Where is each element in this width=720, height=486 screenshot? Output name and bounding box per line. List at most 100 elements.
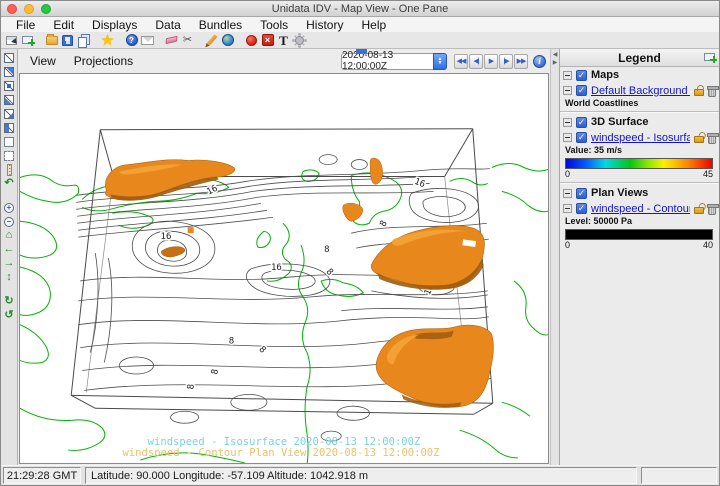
isosurface-checkbox[interactable] bbox=[576, 132, 587, 143]
plan-views-checkbox[interactable] bbox=[576, 188, 587, 199]
svg-text:8: 8 bbox=[210, 368, 221, 375]
scene-captions: windspeed - Isosurface 2020-08-13 12:00:… bbox=[122, 436, 439, 459]
step-back-button[interactable]: ◀| bbox=[469, 54, 483, 69]
delete-displays-icon[interactable]: × bbox=[260, 32, 275, 48]
rotate-box-icon-2[interactable] bbox=[2, 65, 17, 78]
background-maps-link[interactable]: Default Background Maps bbox=[591, 85, 690, 97]
isosurface-link[interactable]: windspeed - Isosurface bbox=[591, 132, 690, 144]
menu-view[interactable]: View bbox=[30, 54, 56, 68]
svg-text:16: 16 bbox=[161, 232, 172, 242]
menu-bundles[interactable]: Bundles bbox=[190, 18, 251, 32]
eraser-icon[interactable] bbox=[164, 32, 179, 48]
time-stepper[interactable]: ▲▼ bbox=[433, 53, 447, 70]
collapse-icon[interactable] bbox=[563, 204, 572, 213]
world-coastlines-label: World Coastlines bbox=[560, 98, 719, 110]
home-view-icon[interactable]: ⌂ bbox=[2, 229, 17, 242]
trash-icon[interactable] bbox=[708, 206, 716, 215]
animation-properties-icon[interactable]: i bbox=[533, 55, 546, 68]
maps-checkbox[interactable] bbox=[576, 70, 587, 81]
time-value: 2020-08-13 12:00:00Z bbox=[341, 53, 433, 70]
map-3d-canvas[interactable]: 24 16 16 16 16 8 8 8 16 8 8 8 8 bbox=[19, 73, 549, 464]
collapse-icon[interactable] bbox=[563, 71, 572, 80]
contour-caption: windspeed - Contour Plan View 2020-08-13… bbox=[122, 447, 439, 459]
rotate-box-icon-4[interactable] bbox=[2, 93, 17, 106]
collapse-left-icon[interactable]: ◀ bbox=[553, 52, 558, 58]
step-forward-button[interactable]: |▶ bbox=[499, 54, 513, 69]
menu-projections[interactable]: Projections bbox=[74, 54, 133, 68]
menu-bar: File Edit Displays Data Bundles Tools Hi… bbox=[1, 17, 719, 32]
legend-header: Legend bbox=[560, 49, 719, 67]
pan-right-icon[interactable]: → bbox=[2, 257, 17, 270]
record-movie-icon[interactable] bbox=[244, 32, 259, 48]
collapse-icon[interactable] bbox=[563, 133, 572, 142]
trash-icon[interactable] bbox=[708, 88, 716, 97]
pan-left-icon[interactable]: ← bbox=[2, 243, 17, 256]
play-button[interactable]: ▶ bbox=[484, 54, 498, 69]
rotate-box-icon-6[interactable] bbox=[2, 121, 17, 134]
lock-icon[interactable] bbox=[694, 136, 704, 143]
select-region-icon[interactable] bbox=[2, 149, 17, 162]
collapse-icon[interactable] bbox=[563, 86, 572, 95]
save-icon[interactable] bbox=[60, 32, 75, 48]
float-legend-icon[interactable] bbox=[704, 53, 715, 61]
menu-tools[interactable]: Tools bbox=[251, 18, 297, 32]
globe-icon[interactable] bbox=[220, 32, 235, 48]
contour-colorbar[interactable] bbox=[565, 229, 713, 240]
support-request-icon[interactable] bbox=[140, 32, 155, 48]
favorites-star-icon[interactable] bbox=[100, 32, 115, 48]
zoom-out-icon[interactable]: − bbox=[2, 215, 17, 228]
pencil-icon[interactable] bbox=[204, 32, 219, 48]
go-to-start-button[interactable]: ◀◀ bbox=[454, 54, 468, 69]
zoom-window-button[interactable] bbox=[41, 4, 51, 14]
pan-vertical-icon[interactable]: ↕ bbox=[2, 271, 17, 284]
menu-help[interactable]: Help bbox=[352, 18, 395, 32]
contour-link[interactable]: windspeed - Contour Pl... bbox=[591, 203, 690, 215]
surface-checkbox[interactable] bbox=[576, 117, 587, 128]
rotate-box-icon-1[interactable] bbox=[2, 51, 17, 64]
menu-data[interactable]: Data bbox=[146, 18, 189, 32]
legend-item-windspeed-isosurface: windspeed - Isosurface bbox=[560, 129, 719, 145]
view-vertical-toolbar: ↶ + − ⌂ ← → ↕ ↻ ↺ bbox=[1, 49, 18, 465]
time-slider-indicator[interactable] bbox=[356, 49, 367, 54]
collapse-right-icon[interactable]: ▶ bbox=[553, 60, 558, 66]
trash-icon[interactable] bbox=[708, 135, 716, 144]
time-animation-controls: ◀◀ ◀| ▶ |▶ ▶▶ bbox=[454, 54, 528, 69]
vertical-scale-icon[interactable] bbox=[2, 163, 17, 176]
menu-displays[interactable]: Displays bbox=[83, 18, 146, 32]
svg-text:16: 16 bbox=[413, 177, 427, 190]
time-selector[interactable]: 2020-08-13 12:00:00Z ▲▼ bbox=[341, 53, 447, 70]
minimize-window-button[interactable] bbox=[24, 4, 34, 14]
help-icon[interactable]: ? bbox=[124, 32, 139, 48]
map-view-panel: View Projections 2020-08-13 12:00:00Z ▲▼… bbox=[18, 49, 550, 465]
legend-panel: Legend Maps Default Background Maps Worl… bbox=[559, 49, 719, 465]
contour-checkbox[interactable] bbox=[576, 203, 587, 214]
lock-icon[interactable] bbox=[694, 207, 704, 214]
svg-text:8: 8 bbox=[186, 384, 196, 390]
new-view-window-icon[interactable] bbox=[20, 32, 35, 48]
save-as-icon[interactable] bbox=[76, 32, 91, 48]
rotate-box-icon-3[interactable] bbox=[2, 79, 17, 92]
menu-history[interactable]: History bbox=[297, 18, 352, 32]
preferences-gear-icon[interactable] bbox=[292, 32, 307, 48]
close-window-button[interactable] bbox=[7, 4, 17, 14]
reset-box-icon[interactable] bbox=[2, 135, 17, 148]
go-to-end-button[interactable]: ▶▶ bbox=[514, 54, 528, 69]
rotate-box-icon-5[interactable] bbox=[2, 107, 17, 120]
show-dashboard-icon[interactable] bbox=[4, 32, 19, 48]
open-file-icon[interactable] bbox=[44, 32, 59, 48]
collapse-icon[interactable] bbox=[563, 118, 572, 127]
cut-icon[interactable]: ✂ bbox=[180, 32, 195, 48]
collapse-icon[interactable] bbox=[563, 189, 572, 198]
rotate-ccw-icon[interactable]: ↺ bbox=[2, 309, 17, 322]
background-maps-checkbox[interactable] bbox=[576, 85, 587, 96]
zoom-in-icon[interactable]: + bbox=[2, 201, 17, 214]
menu-edit[interactable]: Edit bbox=[44, 18, 83, 32]
undo-view-icon[interactable]: ↶ bbox=[2, 177, 17, 190]
text-tool-icon[interactable]: T bbox=[276, 32, 291, 48]
isosurface-colorbar[interactable] bbox=[565, 158, 713, 169]
status-bar: 21:29:28 GMT Latitude: 90.000 Longitude:… bbox=[1, 465, 719, 485]
lock-icon[interactable] bbox=[694, 89, 704, 96]
menu-file[interactable]: File bbox=[7, 18, 44, 32]
legend-splitter[interactable]: ◀ ▶ bbox=[550, 49, 559, 465]
rotate-cw-icon[interactable]: ↻ bbox=[2, 295, 17, 308]
